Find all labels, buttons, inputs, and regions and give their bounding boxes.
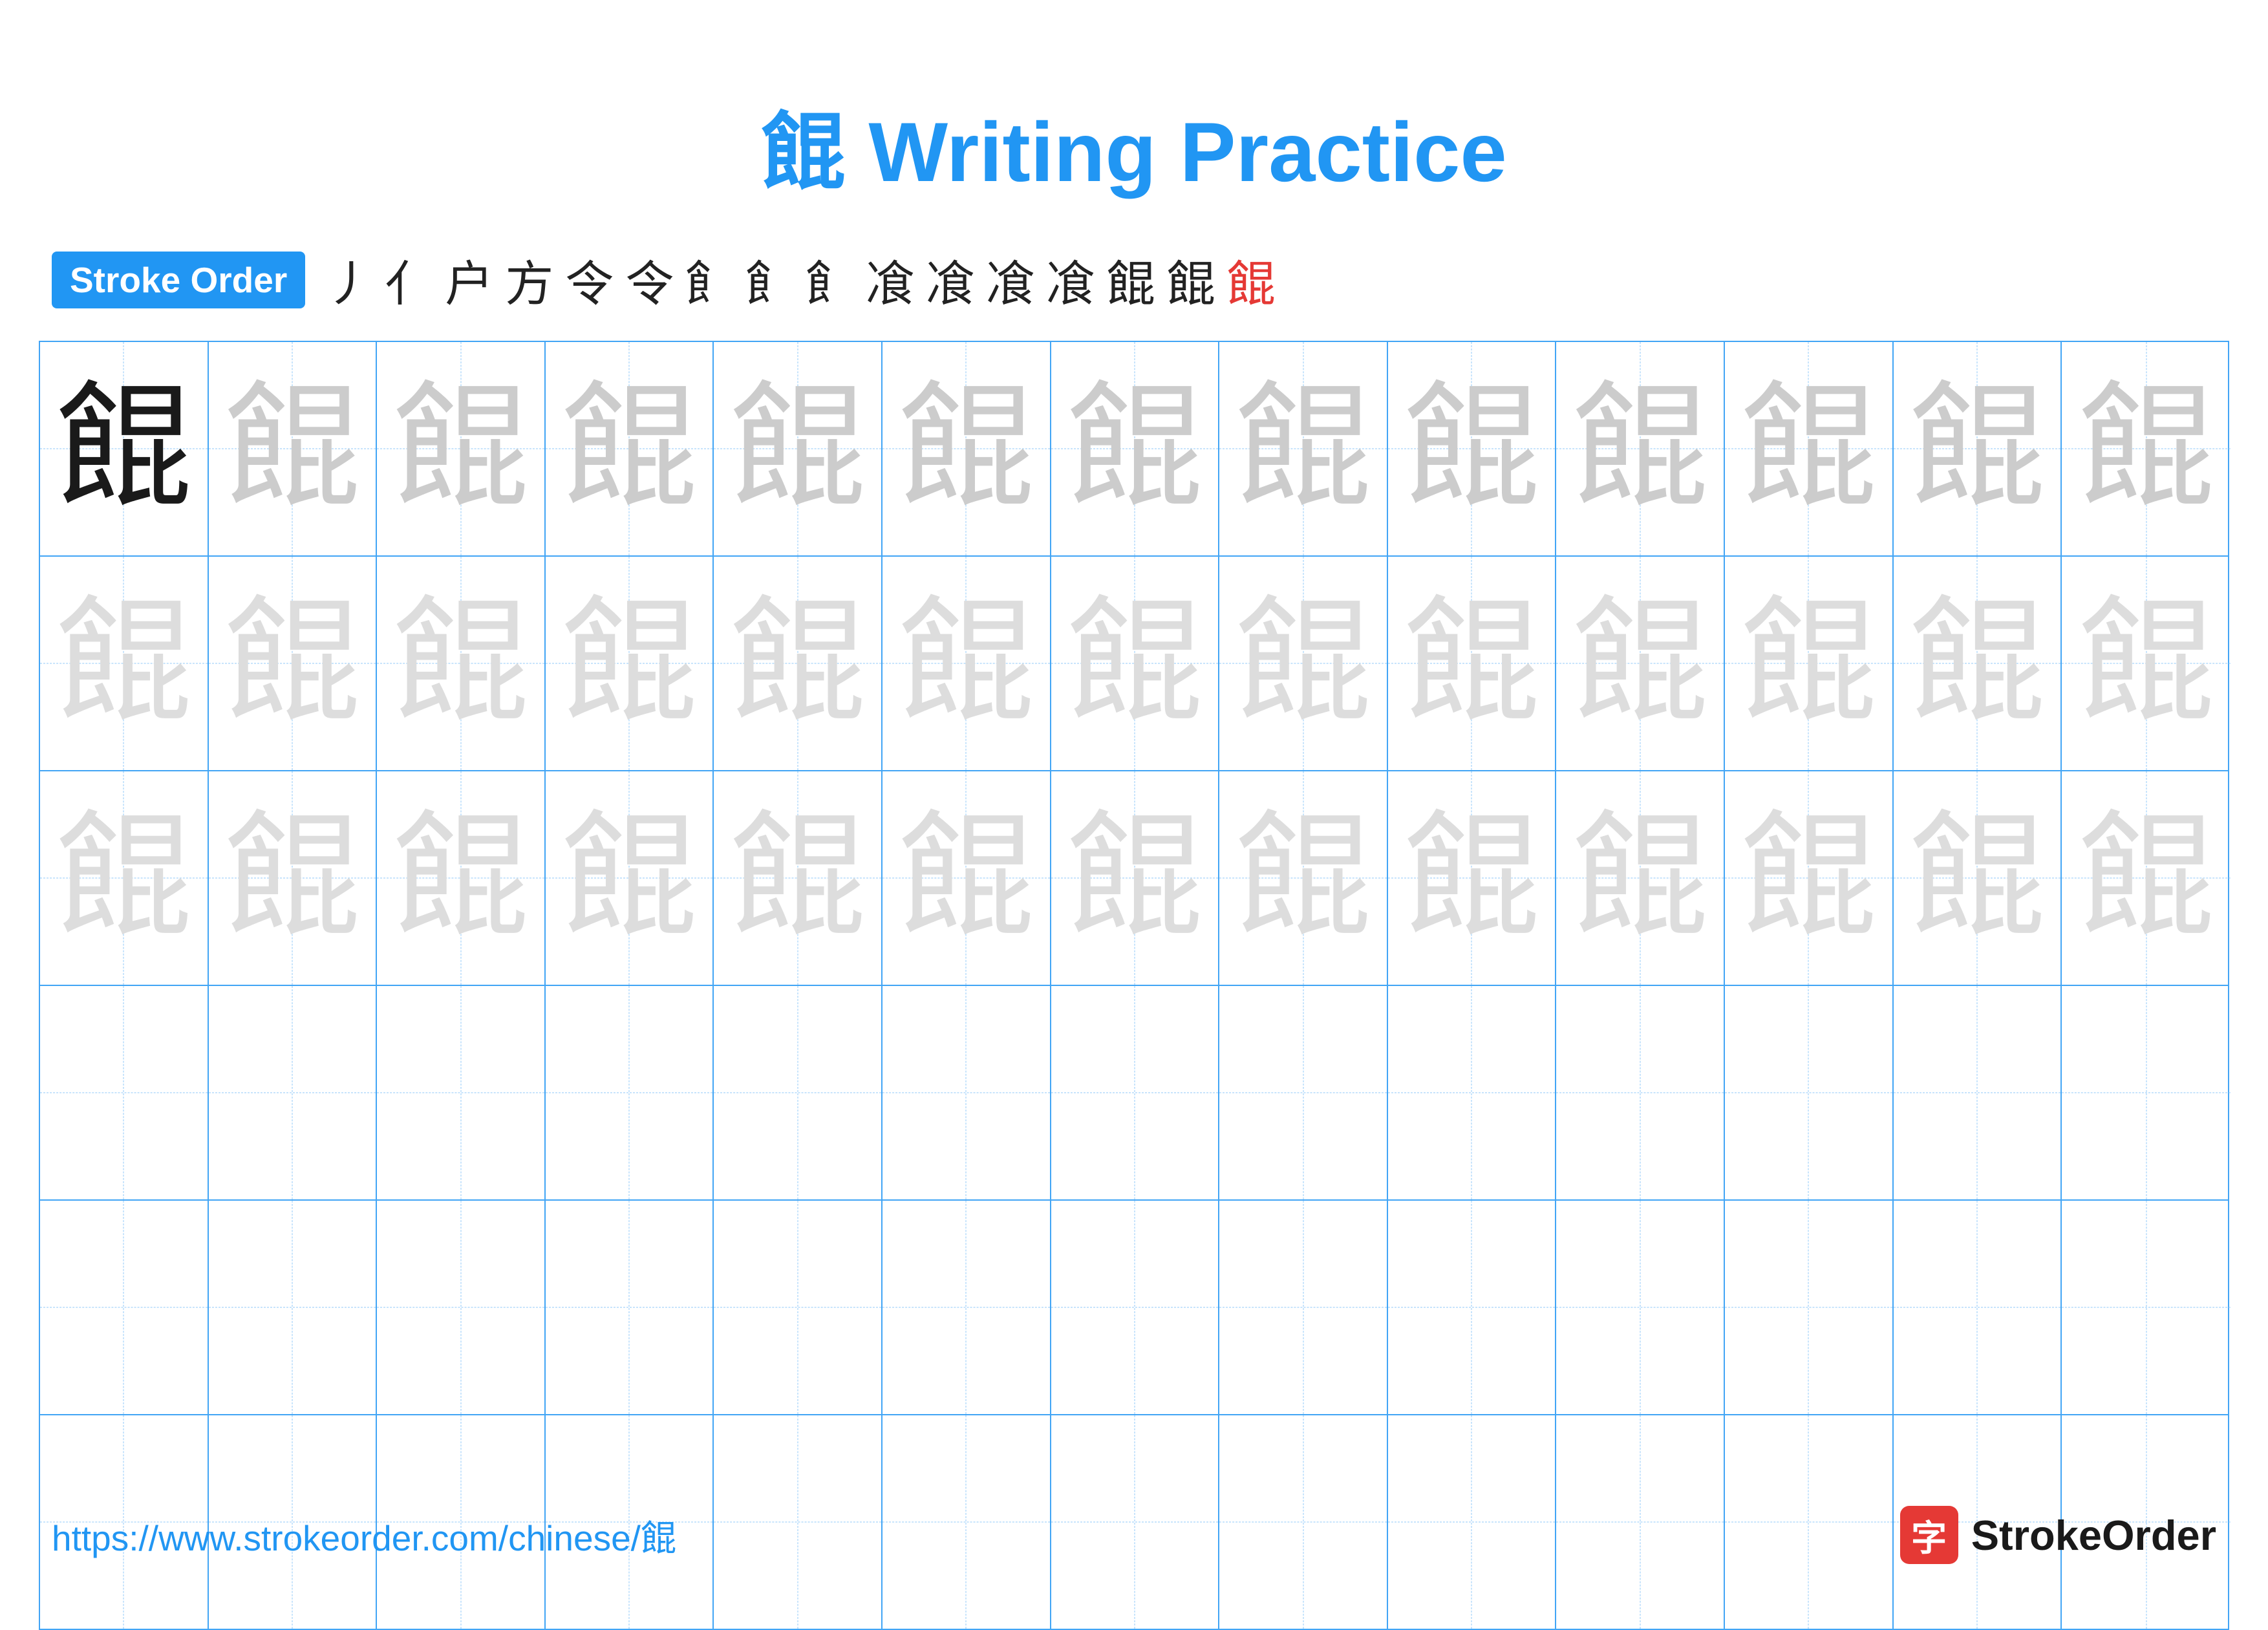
grid-cell: 餛 [1556, 342, 1725, 555]
grid-cell [377, 1201, 546, 1414]
grid-cell [209, 986, 378, 1199]
grid-cell: 餛 [1725, 342, 1894, 555]
grid-cell [546, 986, 714, 1199]
grid-row-5 [40, 1201, 2228, 1415]
footer-url: https://www.strokeorder.com/chinese/餛 [52, 1509, 676, 1561]
grid-cell [1388, 1201, 1557, 1414]
grid-cell [714, 1201, 883, 1414]
grid-cell: 餛 [546, 771, 714, 985]
grid-cell: 餛 [1388, 771, 1557, 985]
grid-cell [1556, 986, 1725, 1199]
grid-cell [2062, 1201, 2231, 1414]
grid-cell: 餛 [1725, 771, 1894, 985]
grid-row-3: 餛 餛 餛 餛 餛 餛 餛 餛 餛 餛 餛 餛 餛 [40, 771, 2228, 986]
grid-cell: 餛 [883, 557, 1051, 770]
grid-cell [1894, 986, 2062, 1199]
grid-cell: 餛 [209, 342, 378, 555]
grid-cell: 餛 [377, 342, 546, 555]
page-title: 餛 Writing Practice [0, 0, 2268, 244]
grid-cell: 餛 [1556, 557, 1725, 770]
grid-cell: 餛 [1556, 771, 1725, 985]
grid-cell [1388, 986, 1557, 1199]
grid-cell [1051, 1201, 1220, 1414]
grid-cell: 餛 [1051, 771, 1220, 985]
grid-cell: 餛 [2062, 342, 2231, 555]
footer-brand: 字 StrokeOrder [1900, 1506, 2216, 1564]
grid-cell: 餛 [40, 557, 209, 770]
grid-cell [1219, 986, 1388, 1199]
grid-cell [1556, 1201, 1725, 1414]
grid-cell: 餛 [1388, 342, 1557, 555]
grid-cell [377, 986, 546, 1199]
grid-cell: 餛 [1219, 557, 1388, 770]
brand-text: StrokeOrder [1971, 1511, 2216, 1560]
grid-cell: 餛 [714, 771, 883, 985]
grid-cell: 餛 [883, 342, 1051, 555]
grid-row-2: 餛 餛 餛 餛 餛 餛 餛 餛 餛 餛 餛 餛 餛 [40, 557, 2228, 771]
grid-row-1: 餛 餛 餛 餛 餛 餛 餛 餛 餛 餛 餛 餛 餛 [40, 342, 2228, 557]
grid-cell: 餛 [2062, 557, 2231, 770]
grid-cell [2062, 986, 2231, 1199]
brand-icon: 字 [1900, 1506, 1958, 1564]
grid-cell [1894, 1201, 2062, 1414]
grid-cell [1051, 986, 1220, 1199]
stroke-chars: 丿 亻 户 方 令 令 飠 飠 飠 飡 飡 飡 飡 餛 餛 餛 [325, 244, 1275, 315]
grid-cell [40, 1201, 209, 1414]
stroke-order-badge: Stroke Order [52, 252, 305, 308]
grid-cell [1725, 1201, 1894, 1414]
grid-cell [209, 1201, 378, 1414]
grid-cell: 餛 [1051, 557, 1220, 770]
grid-cell: 餛 [1894, 342, 2062, 555]
grid-cell [546, 1201, 714, 1414]
grid-cell: 餛 [714, 557, 883, 770]
grid-cell: 餛 [2062, 771, 2231, 985]
grid-cell: 餛 [1051, 342, 1220, 555]
title-text: Writing Practice [845, 105, 1506, 199]
grid-cell: 餛 [40, 342, 209, 555]
title-char: 餛 [761, 107, 845, 200]
grid-cell: 餛 [546, 557, 714, 770]
practice-grid: 餛 餛 餛 餛 餛 餛 餛 餛 餛 餛 餛 餛 餛 餛 餛 餛 餛 餛 餛 餛 … [39, 341, 2229, 1630]
grid-cell: 餛 [1894, 771, 2062, 985]
grid-cell [883, 1201, 1051, 1414]
grid-cell: 餛 [1725, 557, 1894, 770]
grid-cell: 餛 [377, 771, 546, 985]
grid-cell: 餛 [1894, 557, 2062, 770]
footer: https://www.strokeorder.com/chinese/餛 字 … [0, 1506, 2268, 1564]
grid-cell [1725, 986, 1894, 1199]
grid-cell [1219, 1201, 1388, 1414]
grid-cell: 餛 [209, 557, 378, 770]
grid-row-4 [40, 986, 2228, 1201]
grid-cell: 餛 [40, 771, 209, 985]
grid-cell: 餛 [1219, 342, 1388, 555]
grid-cell: 餛 [1388, 557, 1557, 770]
grid-cell: 餛 [377, 557, 546, 770]
grid-cell [40, 986, 209, 1199]
grid-cell [714, 986, 883, 1199]
grid-cell: 餛 [1219, 771, 1388, 985]
stroke-order-row: Stroke Order 丿 亻 户 方 令 令 飠 飠 飠 飡 飡 飡 飡 餛… [0, 244, 2268, 315]
grid-cell: 餛 [883, 771, 1051, 985]
grid-cell: 餛 [546, 342, 714, 555]
grid-cell [883, 986, 1051, 1199]
grid-cell: 餛 [714, 342, 883, 555]
grid-cell: 餛 [209, 771, 378, 985]
